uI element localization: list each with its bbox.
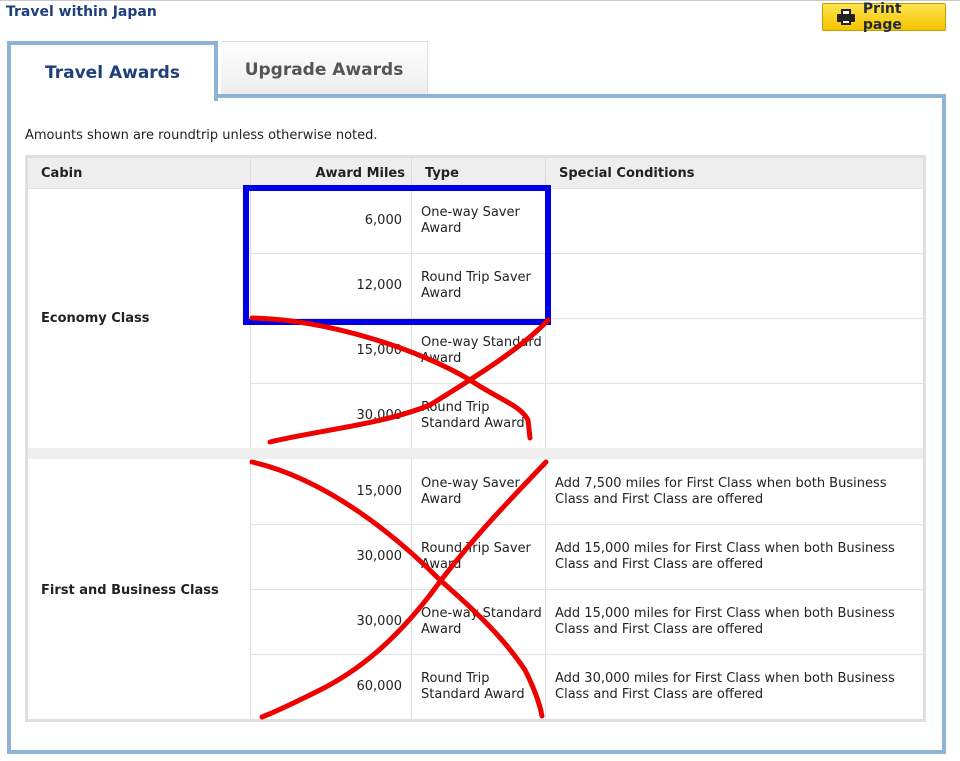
col-header-award-miles: Award Miles <box>315 165 406 181</box>
table-cell-type: One-way Saver Award <box>421 476 520 507</box>
table-cell-miles: 30,000 <box>356 614 403 629</box>
column-divider <box>411 158 412 719</box>
table-cell-type: One-way Saver Award <box>421 205 520 236</box>
tab-upgrade-awards[interactable]: Upgrade Awards <box>221 41 428 97</box>
col-header-special-conditions: Special Conditions <box>559 165 695 181</box>
print-page-button[interactable]: Print page <box>822 1 946 33</box>
top-divider <box>0 0 960 1</box>
table-cell-type: Round Trip Standard Award <box>421 400 525 431</box>
table-cell-conditions <box>555 384 920 448</box>
table-cell-conditions <box>555 254 920 318</box>
col-header-cabin: Cabin <box>41 165 83 181</box>
table-cell-miles: 15,000 <box>356 343 403 358</box>
table-cell-type: Round Trip Saver Award <box>421 270 531 301</box>
roundtrip-note: Amounts shown are roundtrip unless other… <box>25 128 378 143</box>
cabin-economy: Economy Class <box>41 311 150 326</box>
tab-travel-awards-label: Travel Awards <box>45 63 180 83</box>
table-cell-conditions <box>555 319 920 383</box>
table-cell-conditions: Add 15,000 miles for First Class when bo… <box>555 541 895 572</box>
tab-upgrade-awards-label: Upgrade Awards <box>244 59 404 80</box>
table-cell-conditions: Add 15,000 miles for First Class when bo… <box>555 606 895 637</box>
page-title: Travel within Japan <box>6 4 157 20</box>
table-cell-miles: 30,000 <box>356 408 403 423</box>
col-header-type: Type <box>425 165 459 181</box>
cabin-first-business: First and Business Class <box>41 583 219 598</box>
table-cell-type: One-way Standard Award <box>421 335 542 366</box>
table-cell-miles: 60,000 <box>356 679 403 694</box>
table-cell-conditions: Add 7,500 miles for First Class when bot… <box>555 476 887 507</box>
table-cell-type: Round Trip Standard Award <box>421 671 525 702</box>
group-separator <box>28 448 923 459</box>
table-cell-miles: 15,000 <box>356 484 403 499</box>
column-divider <box>545 158 546 719</box>
table-cell-conditions: Add 30,000 miles for First Class when bo… <box>555 671 895 702</box>
table-cell-type: One-way Standard Award <box>421 606 542 637</box>
table-cell-type: Round Trip Saver Award <box>421 541 531 572</box>
tab-travel-awards[interactable]: Travel Awards <box>7 41 218 101</box>
table-cell-miles: 6,000 <box>364 213 402 228</box>
print-page-label: Print page <box>862 1 902 33</box>
table-cell-miles: 30,000 <box>356 549 403 564</box>
table-cell-miles: 12,000 <box>356 278 403 293</box>
table-cell-conditions <box>555 189 920 253</box>
printer-icon <box>837 9 855 25</box>
award-chart-table: Cabin Award Miles Type Special Condition… <box>25 155 926 722</box>
